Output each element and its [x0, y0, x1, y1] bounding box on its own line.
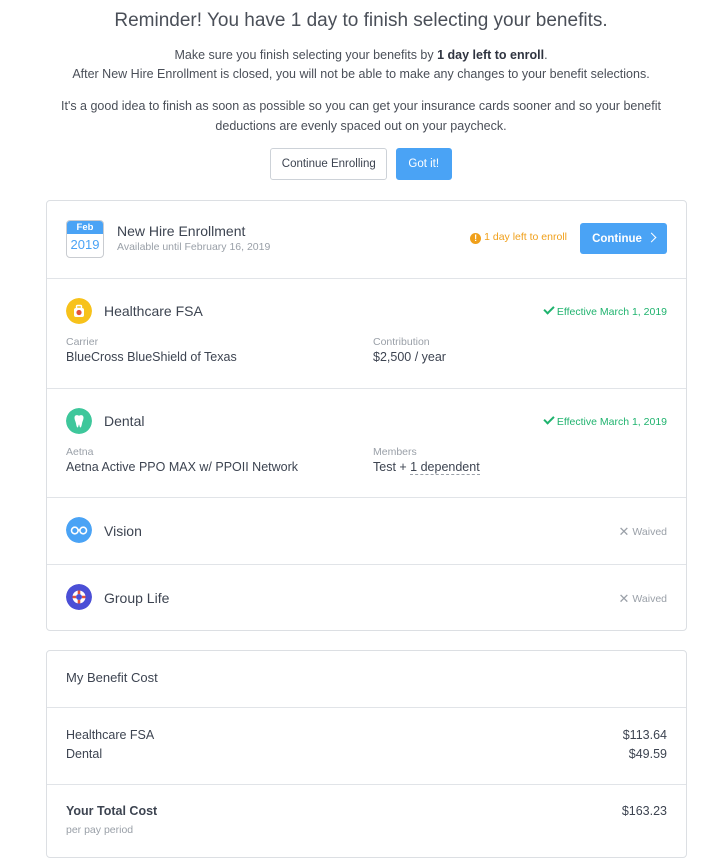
- cost-item-row: Dental $49.59: [66, 747, 667, 761]
- medical-bag-icon: [66, 298, 92, 324]
- status-effective-text: Effective March 1, 2019: [556, 416, 667, 428]
- status-waived-text: Waived: [632, 526, 667, 538]
- benefit-title: Healthcare FSA: [104, 303, 203, 319]
- status-effective: Effective March 1, 2019: [543, 413, 667, 428]
- carrier-value: BlueCross BlueShield of Texas: [66, 350, 237, 364]
- continue-button-label: Continue: [592, 233, 642, 245]
- benefit-dental[interactable]: Dental Effective March 1, 2019 Aetna Aet…: [47, 389, 686, 498]
- reminder-line-3: It's a good idea to finish as soon as po…: [61, 99, 661, 113]
- total-cost-amount: $163.23: [621, 804, 667, 818]
- cost-item-row: Healthcare FSA $113.64: [66, 728, 667, 742]
- carrier-label: Carrier: [66, 336, 99, 348]
- alert-icon: !: [470, 233, 482, 244]
- contribution-label: Contribution: [373, 336, 430, 348]
- cost-items: Healthcare FSA $113.64 Dental $49.59: [47, 708, 686, 785]
- reminder-deadline: 1 day left to enroll: [437, 48, 545, 62]
- calendar-year: 2019: [70, 237, 100, 252]
- status-effective-text: Effective March 1, 2019: [556, 306, 667, 318]
- enrollment-warning: ! 1 day left to enroll: [470, 231, 567, 244]
- status-waived: ✕ Waived: [618, 591, 667, 607]
- cost-header: My Benefit Cost: [47, 651, 686, 708]
- enrollment-title: New Hire Enrollment: [117, 223, 246, 239]
- reminder-line-4: deductions are evenly spaced out on your…: [215, 119, 507, 133]
- close-icon: ✕: [618, 591, 630, 606]
- plan-value: Aetna Active PPO MAX w/ PPOII Network: [66, 460, 299, 474]
- cost-total: Your Total Cost per pay period $163.23: [47, 785, 686, 857]
- reminder-line-1-prefix: Make sure you finish selecting your bene…: [174, 48, 438, 62]
- benefit-title: Group Life: [104, 590, 170, 606]
- continue-button[interactable]: Continue: [580, 223, 667, 254]
- cost-item-amount: $49.59: [628, 747, 667, 761]
- glasses-icon: [66, 517, 92, 543]
- status-waived-text: Waived: [632, 593, 667, 605]
- enrollment-subtitle: Available until February 16, 2019: [117, 241, 271, 253]
- total-cost-label: Your Total Cost: [66, 804, 158, 818]
- status-waived: ✕ Waived: [618, 524, 667, 540]
- enrollment-card: Feb 2019 New Hire Enrollment Available u…: [46, 200, 687, 631]
- life-ring-icon: [66, 584, 92, 610]
- enrollment-header: Feb 2019 New Hire Enrollment Available u…: [47, 201, 686, 279]
- calendar-month: Feb: [67, 221, 103, 234]
- benefit-title: Dental: [104, 413, 145, 429]
- checkmark-icon: [543, 303, 555, 315]
- cost-item-label: Healthcare FSA: [66, 728, 155, 742]
- reminder-line-1: Make sure you finish selecting your bene…: [0, 48, 722, 62]
- benefit-healthcare-fsa[interactable]: Healthcare FSA Effective March 1, 2019 C…: [47, 279, 686, 389]
- continue-enrolling-button[interactable]: Continue Enrolling: [270, 148, 388, 180]
- enrollment-warning-text: 1 day left to enroll: [484, 231, 567, 243]
- total-cost-period: per pay period: [66, 824, 134, 836]
- reminder-line-2: After New Hire Enrollment is closed, you…: [72, 67, 650, 81]
- tooth-icon: [66, 408, 92, 434]
- close-icon: ✕: [618, 524, 630, 539]
- benefit-group-life[interactable]: Group Life ✕ Waived: [47, 565, 686, 632]
- cost-title: My Benefit Cost: [66, 670, 158, 685]
- reminder-buttons: Continue Enrolling Got it!: [0, 148, 722, 180]
- cost-item-amount: $113.64: [622, 728, 667, 742]
- members-value-prefix: Test +: [373, 460, 411, 474]
- chevron-right-icon: [646, 232, 657, 243]
- calendar-icon: Feb 2019: [66, 220, 104, 258]
- reminder-title: Reminder! You have 1 day to finish selec…: [114, 10, 608, 31]
- benefit-cost-card: My Benefit Cost Healthcare FSA $113.64 D…: [46, 650, 687, 858]
- got-it-button[interactable]: Got it!: [395, 148, 452, 180]
- checkmark-icon: [543, 413, 555, 425]
- carrier-label: Aetna: [66, 446, 94, 458]
- members-value: Test + 1 dependent: [373, 460, 480, 475]
- benefit-title: Vision: [104, 523, 142, 539]
- dependents-link[interactable]: 1 dependent: [410, 460, 480, 475]
- benefit-vision[interactable]: Vision ✕ Waived: [47, 498, 686, 565]
- status-effective: Effective March 1, 2019: [543, 303, 667, 318]
- members-label: Members: [373, 446, 417, 458]
- cost-item-label: Dental: [66, 747, 103, 761]
- reminder-line-1-suffix: .: [544, 48, 548, 62]
- contribution-value: $2,500 / year: [373, 350, 446, 364]
